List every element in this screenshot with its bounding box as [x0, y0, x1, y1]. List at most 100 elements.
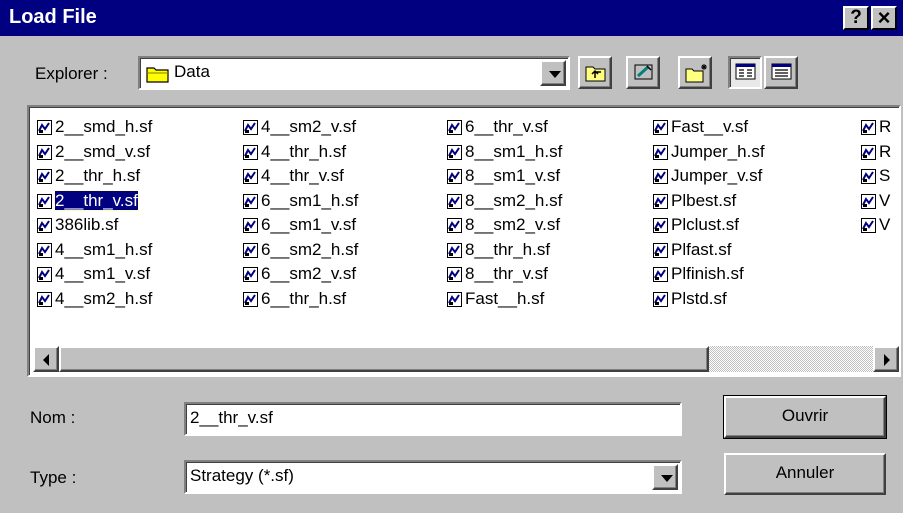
strategy-file-icon — [243, 218, 258, 233]
close-button[interactable]: × — [871, 6, 897, 30]
file-item[interactable]: 386lib.sf — [35, 213, 152, 238]
file-item[interactable]: 2__thr_v.sf — [35, 189, 152, 214]
file-item[interactable]: 6__sm1_h.sf — [241, 189, 358, 214]
chevron-down-icon — [549, 71, 561, 78]
strategy-file-icon — [37, 169, 52, 184]
file-item[interactable]: 2__smd_h.sf — [35, 115, 152, 140]
file-name: 6__thr_v.sf — [465, 117, 548, 136]
scroll-track[interactable] — [709, 346, 873, 372]
file-item[interactable]: 4__sm2_v.sf — [241, 115, 358, 140]
file-name: S — [879, 166, 891, 185]
file-item[interactable]: 6__sm2_v.sf — [241, 262, 358, 287]
explorer-dropdown-button[interactable] — [540, 60, 566, 86]
desktop-button[interactable] — [626, 56, 660, 89]
strategy-file-icon — [243, 169, 258, 184]
file-item[interactable]: 8__sm1_h.sf — [445, 140, 562, 165]
file-item[interactable]: S — [859, 164, 891, 189]
strategy-file-icon — [653, 120, 668, 135]
file-name: Fast__v.sf — [671, 117, 749, 136]
strategy-file-icon — [653, 291, 668, 307]
file-name: 4__sm2_v.sf — [261, 117, 357, 136]
arrow-right-icon — [884, 354, 890, 366]
file-name: 6__sm2_h.sf — [261, 239, 359, 259]
file-item[interactable]: 6__thr_h.sf — [241, 287, 358, 312]
file-item[interactable]: 6__sm1_v.sf — [241, 213, 358, 238]
file-item[interactable]: 4__thr_h.sf — [241, 140, 358, 165]
strategy-file-icon — [861, 169, 876, 184]
file-item[interactable]: Plbest.sf — [651, 189, 765, 214]
explorer-label: Explorer : — [35, 64, 108, 83]
strategy-file-icon — [447, 193, 462, 209]
file-name: 8__thr_v.sf — [465, 264, 548, 283]
file-item[interactable]: 2__smd_v.sf — [35, 140, 152, 165]
details-view-button[interactable] — [764, 56, 798, 89]
cancel-button[interactable]: Annuler — [724, 453, 886, 495]
file-item[interactable]: 4__sm1_h.sf — [35, 238, 152, 263]
file-item[interactable]: Fast__h.sf — [445, 287, 562, 312]
folder-icon — [146, 67, 169, 83]
strategy-file-icon — [243, 291, 258, 307]
strategy-file-icon — [653, 144, 668, 160]
list-view-button[interactable] — [728, 56, 762, 89]
help-button[interactable]: ? — [843, 6, 869, 30]
scroll-right-button[interactable] — [873, 346, 899, 372]
scroll-left-button[interactable] — [33, 346, 59, 372]
file-item[interactable]: 8__sm2_v.sf — [445, 213, 562, 238]
file-item[interactable]: 4__sm1_v.sf — [35, 262, 152, 287]
file-item[interactable]: 6__thr_v.sf — [445, 115, 562, 140]
file-item[interactable]: V — [859, 213, 891, 238]
file-item[interactable]: 8__thr_h.sf — [445, 238, 562, 263]
file-item[interactable]: 6__sm2_h.sf — [241, 238, 358, 263]
file-name: Jumper_v.sf — [671, 166, 763, 185]
file-item[interactable]: 8__thr_v.sf — [445, 262, 562, 287]
file-item[interactable]: 8__sm2_h.sf — [445, 189, 562, 214]
file-item[interactable]: Fast__v.sf — [651, 115, 765, 140]
file-name: 6__sm2_v.sf — [261, 264, 357, 283]
details-view-icon — [771, 63, 792, 80]
file-item[interactable]: 8__sm1_v.sf — [445, 164, 562, 189]
strategy-file-icon — [861, 144, 876, 160]
name-input-value: 2__thr_v.sf — [190, 408, 273, 427]
file-item[interactable]: 4__sm2_h.sf — [35, 287, 152, 312]
file-item[interactable]: Plfinish.sf — [651, 262, 765, 287]
file-item[interactable]: 4__thr_v.sf — [241, 164, 358, 189]
file-item[interactable]: Plstd.sf — [651, 287, 765, 312]
file-name: 8__sm1_h.sf — [465, 141, 563, 161]
list-view-icon — [735, 63, 756, 80]
file-name: 8__sm2_v.sf — [465, 215, 561, 234]
new-folder-button[interactable] — [678, 56, 712, 89]
up-folder-button[interactable] — [578, 56, 612, 89]
file-item[interactable]: R — [859, 115, 891, 140]
scroll-thumb[interactable] — [59, 346, 709, 372]
file-list[interactable]: 2__smd_h.sf 2__smd_v.sf 2__thr_h.sf 2__thr_… — [27, 105, 901, 377]
strategy-file-icon — [447, 144, 462, 160]
strategy-file-icon — [447, 120, 462, 135]
file-name: 2__thr_h.sf — [55, 166, 141, 185]
strategy-file-icon — [243, 120, 258, 135]
strategy-file-icon — [861, 218, 876, 233]
file-item[interactable]: Jumper_h.sf — [651, 140, 765, 165]
file-item[interactable]: R — [859, 140, 891, 165]
type-select[interactable]: Strategy (*.sf) — [184, 460, 682, 494]
file-item[interactable]: Plfast.sf — [651, 238, 765, 263]
file-name: Plfinish.sf — [671, 264, 744, 283]
file-item[interactable]: Plclust.sf — [651, 213, 765, 238]
strategy-file-icon — [447, 218, 462, 233]
strategy-file-icon — [861, 120, 876, 135]
file-column: 6__thr_v.sf 8__sm1_h.sf 8__sm1_v.sf 8__sm2_… — [445, 115, 562, 311]
strategy-file-icon — [243, 144, 258, 160]
name-label: Nom : — [30, 408, 76, 427]
file-name: 386lib.sf — [55, 215, 119, 234]
strategy-file-icon — [653, 193, 668, 209]
strategy-file-icon — [653, 169, 668, 184]
horizontal-scrollbar[interactable] — [33, 346, 899, 372]
name-input[interactable]: 2__thr_v.sf — [184, 402, 682, 436]
file-item[interactable]: 2__thr_h.sf — [35, 164, 152, 189]
file-name: Plfast.sf — [671, 239, 732, 259]
open-button[interactable]: Ouvrir — [723, 395, 887, 439]
desktop-icon — [634, 64, 653, 80]
type-dropdown-button[interactable] — [652, 464, 678, 490]
file-item[interactable]: V — [859, 189, 891, 214]
file-item[interactable]: Jumper_v.sf — [651, 164, 765, 189]
explorer-combo[interactable]: Data — [138, 56, 570, 90]
